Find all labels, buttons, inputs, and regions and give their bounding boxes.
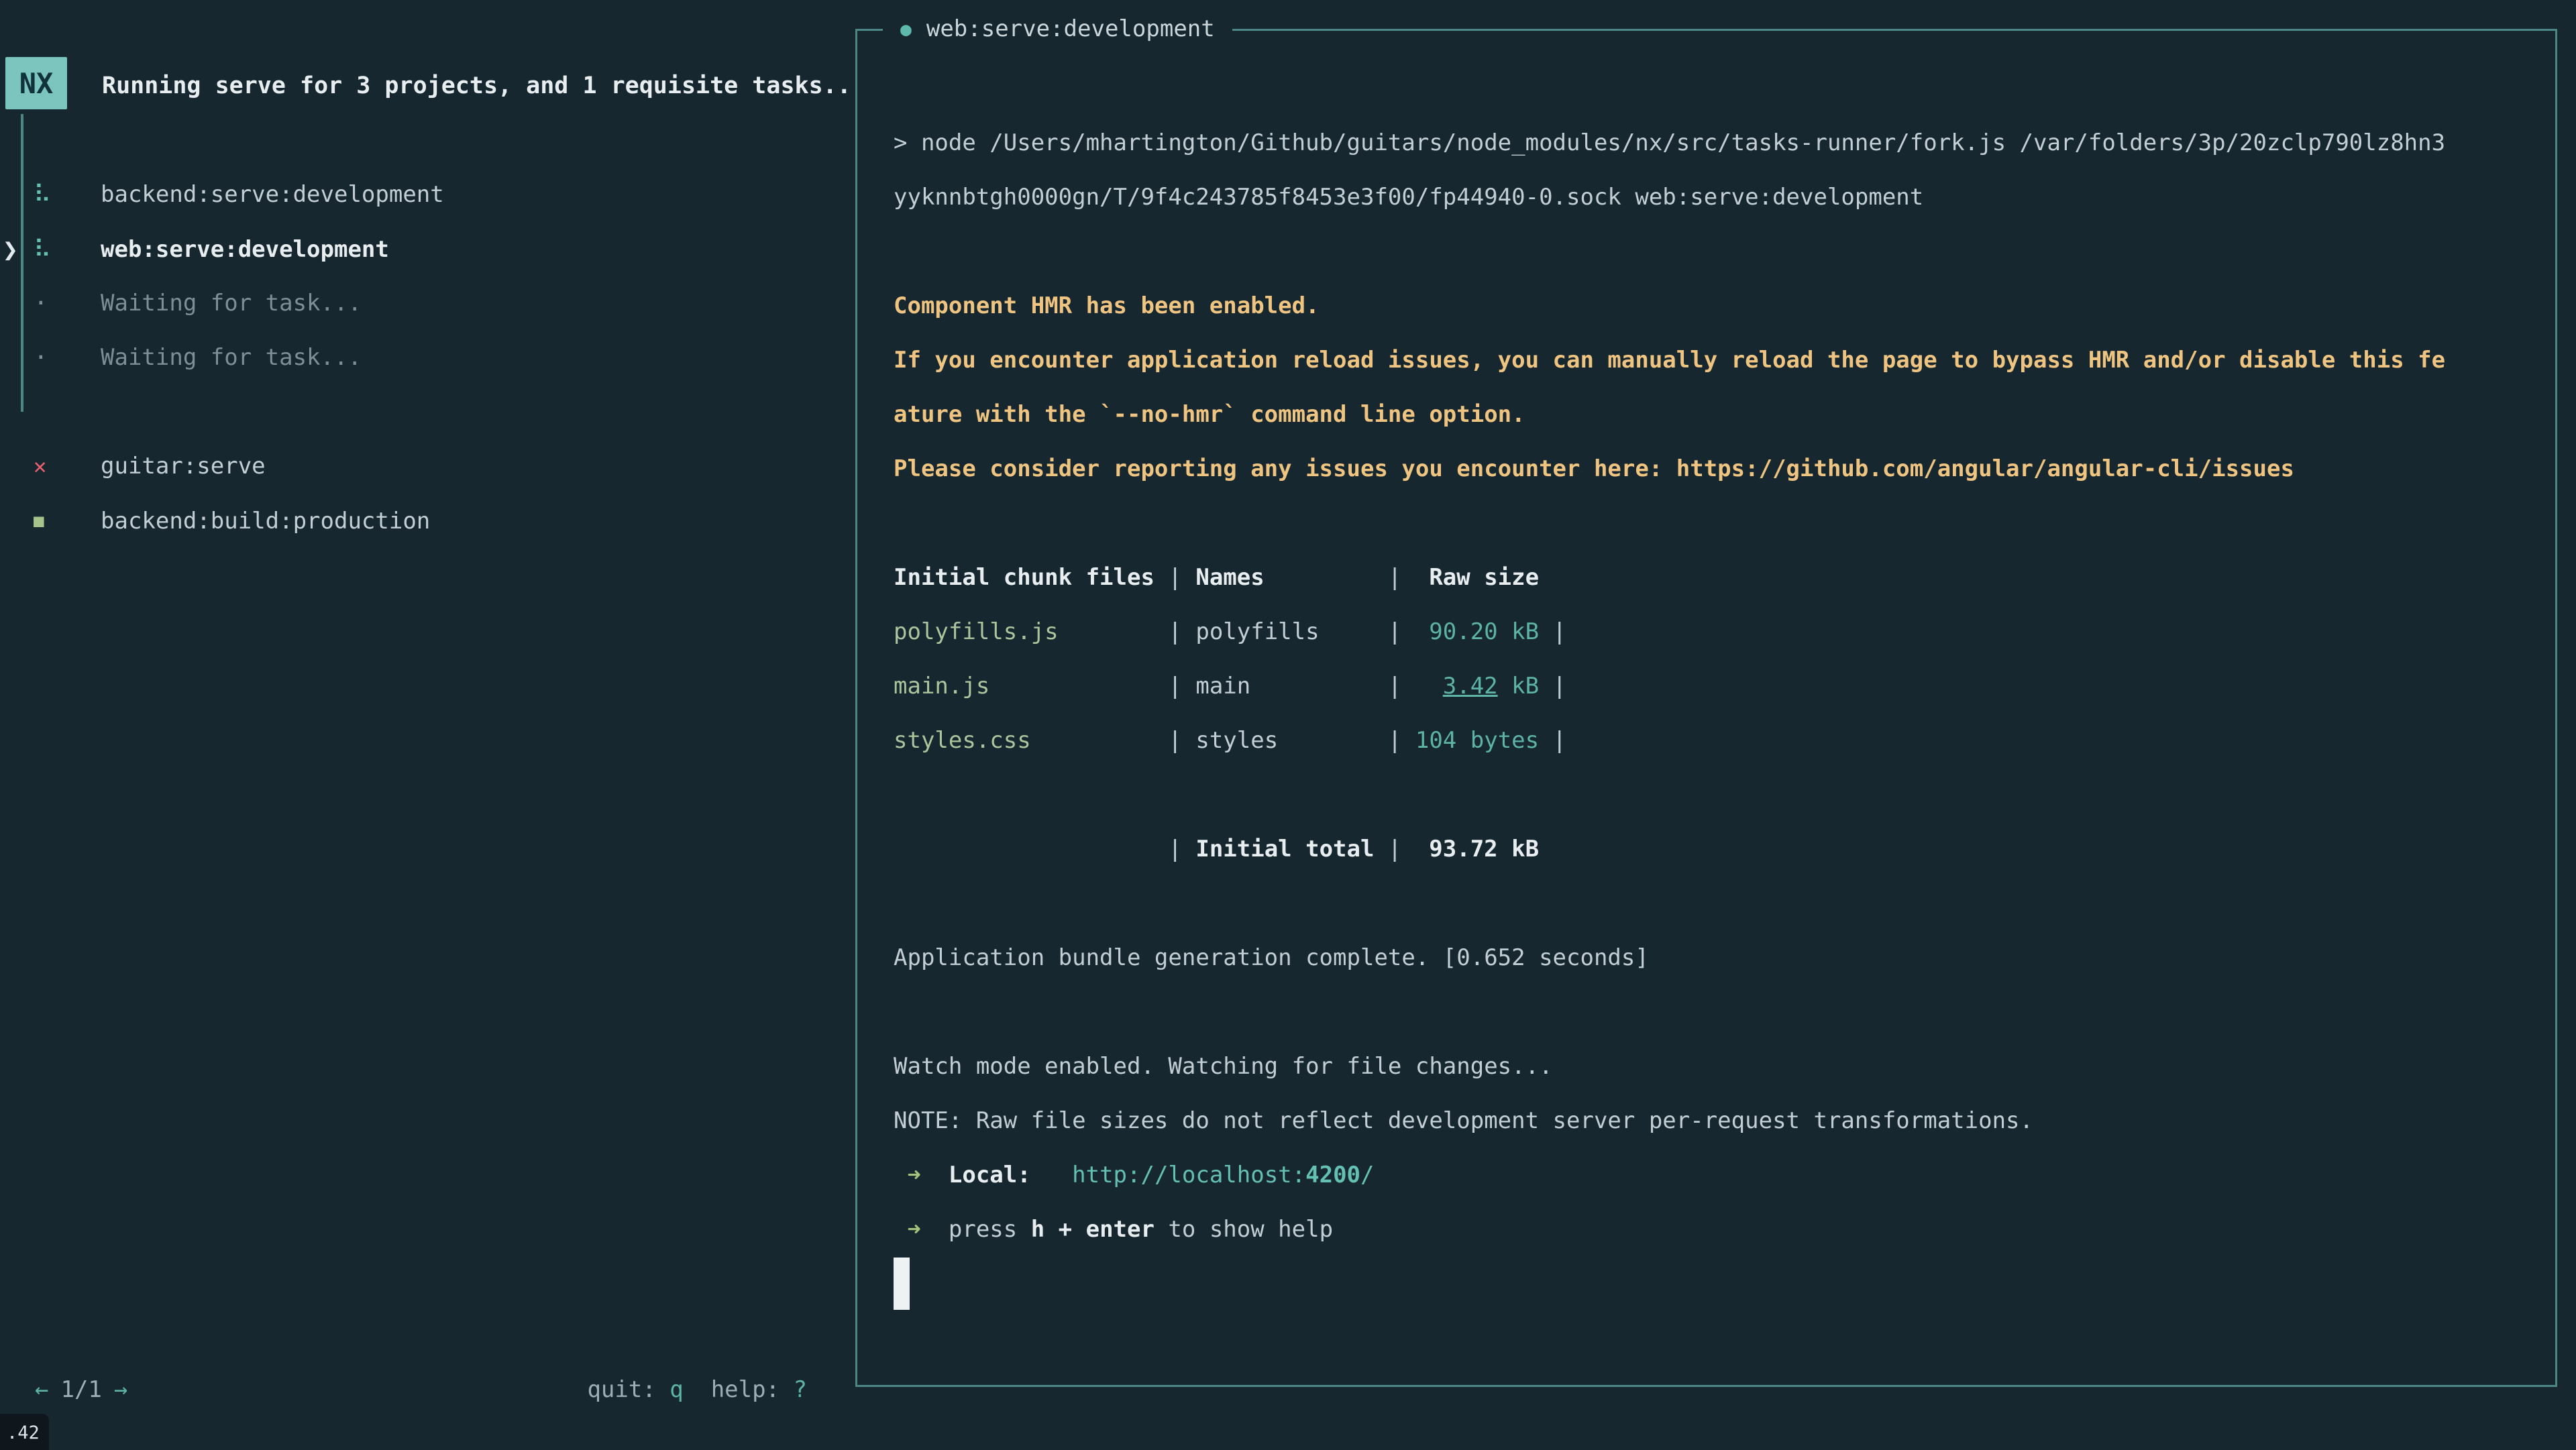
next-page-arrow-icon[interactable]: → [114, 1376, 127, 1403]
chunk-file: main.js [894, 673, 1168, 700]
nx-logo-badge: NX [5, 57, 67, 109]
chunk-name: polyfills [1195, 618, 1388, 645]
task-row-waiting-2[interactable]: · Waiting for task... [0, 331, 832, 384]
task-row-guitar-serve[interactable]: ✕ guitar:serve [0, 439, 832, 493]
help-hint-line: ➜press h + enter to show help [894, 1202, 2524, 1256]
sidebar-footer: ← 1/1 → quit: q help: ? [0, 1363, 835, 1416]
bundle-complete-message: Application bundle generation complete. … [894, 930, 2524, 985]
help-key: ? [794, 1376, 807, 1403]
total-size: 93.72kB [1415, 836, 1539, 862]
task-label: backend:serve:development [101, 168, 444, 221]
table-total-row: |Initial total|93.72kB [894, 822, 2524, 876]
terminal-output: > node /Users/mhartington/Github/guitars… [894, 31, 2524, 1310]
quit-hint-label: quit: [587, 1376, 669, 1403]
cursor-line [894, 1256, 2524, 1310]
blank-line [894, 876, 2524, 930]
task-label: Waiting for task... [101, 276, 362, 330]
chunk-file: styles.css [894, 727, 1168, 754]
task-label: backend:build:production [101, 494, 430, 548]
note-message: NOTE: Raw file sizes do not reflect deve… [894, 1093, 2524, 1148]
arrow-icon: ➜ [907, 1216, 920, 1243]
table-row: main.js|main|3.42kB| [894, 659, 2524, 713]
table-row: styles.css|styles|104bytes| [894, 713, 2524, 767]
waiting-dot-icon: · [34, 276, 48, 330]
task-label: Waiting for task... [101, 331, 362, 384]
task-row-web-serve[interactable]: ❯ ⠧ web:serve:development [0, 223, 832, 276]
page-indicator: 1/1 [60, 1376, 101, 1403]
hmr-message: ature with the `--no-hmr` command line o… [894, 387, 2524, 441]
selection-arrow-icon: ❯ [3, 223, 18, 276]
waiting-dot-icon: · [34, 331, 48, 384]
quit-key: q [669, 1376, 683, 1403]
task-output-panel: ● web:serve:development > node /Users/mh… [855, 29, 2557, 1387]
command-line-wrap: yyknnbtgh0000gn/T/9f4c243785f8453e3f00/f… [894, 170, 2524, 224]
chunk-size: 104bytes [1415, 727, 1539, 754]
chunk-name: styles [1195, 727, 1388, 754]
table-header: Initial chunk files|Names|Raw size [894, 550, 2524, 604]
hmr-message: Component HMR has been enabled. [894, 278, 2524, 333]
prev-page-arrow-icon[interactable]: ← [35, 1376, 48, 1403]
local-url-line: ➜Local:http://localhost:4200/ [894, 1148, 2524, 1202]
chunk-size: 3.42kB [1415, 673, 1539, 700]
task-row-backend-serve[interactable]: ⠧ backend:serve:development [0, 168, 832, 221]
failed-cross-icon: ✕ [34, 439, 46, 493]
total-label: Initial total [1195, 836, 1388, 862]
blank-line [894, 224, 2524, 278]
chunk-file: polyfills.js [894, 618, 1168, 645]
pagination: ← 1/1 → [35, 1363, 127, 1416]
spinner-icon: ⠧ [34, 223, 51, 276]
local-url[interactable]: http://localhost:4200/ [1072, 1162, 1374, 1188]
terminal-cursor [894, 1258, 910, 1310]
success-square-icon: ■ [34, 494, 44, 548]
table-row: polyfills.js|polyfills|90.20kB| [894, 604, 2524, 659]
task-row-waiting-1[interactable]: · Waiting for task... [0, 276, 832, 330]
help-hint-label: help: [684, 1376, 794, 1403]
blank-line [894, 496, 2524, 550]
tasks-summary-title: Running serve for 3 projects, and 1 requ… [102, 59, 851, 113]
task-row-backend-build[interactable]: ■ backend:build:production [0, 494, 832, 548]
blank-line [894, 767, 2524, 822]
blank-line [894, 985, 2524, 1039]
watch-mode-message: Watch mode enabled. Watching for file ch… [894, 1039, 2524, 1093]
position-overlay: .42 [0, 1414, 49, 1450]
hmr-message: Please consider reporting any issues you… [894, 441, 2524, 496]
chunk-size: 90.20kB [1415, 618, 1539, 645]
chunk-name: main [1195, 673, 1388, 700]
task-label-selected: web:serve:development [101, 223, 389, 276]
task-label: guitar:serve [101, 439, 266, 493]
key-hints: quit: q help: ? [587, 1363, 807, 1416]
hmr-message: If you encounter application reload issu… [894, 333, 2524, 387]
command-line: > node /Users/mhartington/Github/guitars… [894, 115, 2524, 170]
spinner-icon: ⠧ [34, 168, 51, 221]
arrow-icon: ➜ [907, 1162, 920, 1188]
